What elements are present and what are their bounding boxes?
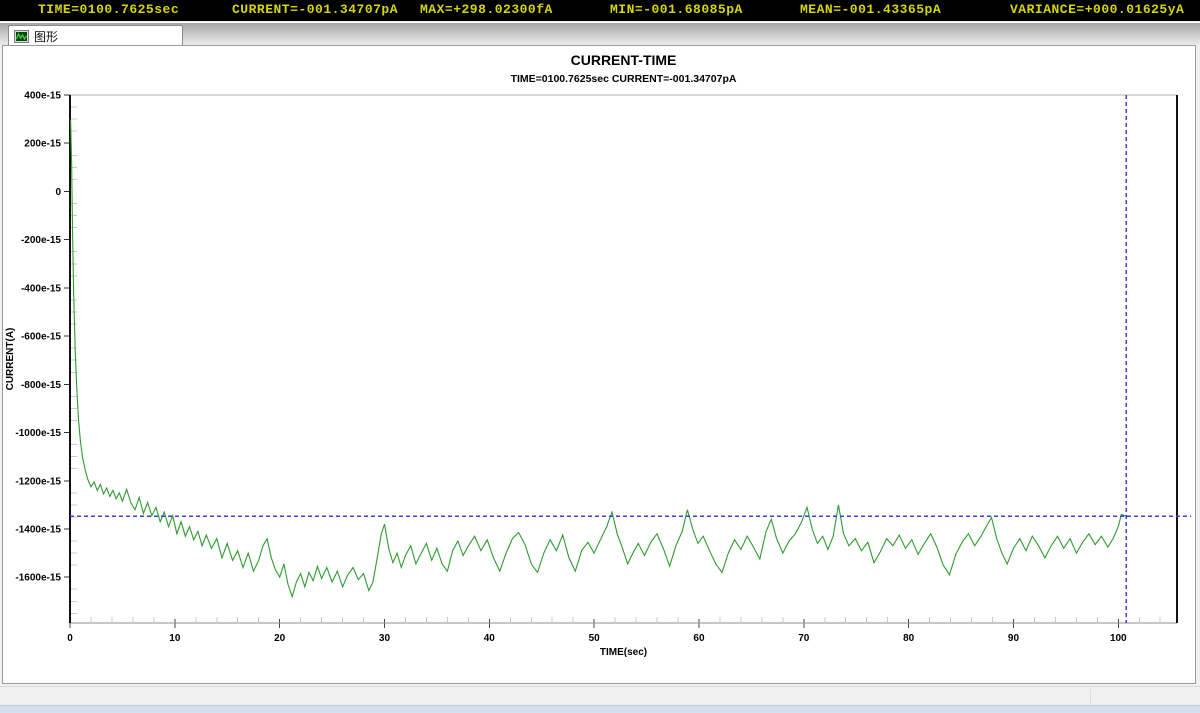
readout-max: MAX=+298.02300fA — [420, 2, 553, 17]
measurement-readout-bar: TIME=0100.7625sec CURRENT=-001.34707pA M… — [0, 0, 1200, 21]
plot-frame — [70, 95, 1177, 623]
svg-text:30: 30 — [379, 633, 391, 644]
axis-tick-labels: 0 10 20 30 40 50 60 70 80 90 100 400e-15 200e-15 0 -20… — [15, 91, 1127, 645]
svg-text:60: 60 — [693, 633, 705, 644]
svg-text:400e-15: 400e-15 — [24, 91, 61, 102]
svg-text:-600e-15: -600e-15 — [21, 332, 61, 343]
tab-graph-label: 图形 — [34, 28, 58, 45]
readout-time: TIME=0100.7625sec — [38, 2, 179, 17]
tab-graph[interactable]: 图形 — [8, 25, 183, 46]
svg-text:100: 100 — [1110, 633, 1127, 644]
readout-current: CURRENT=-001.34707pA — [232, 2, 398, 17]
status-bar — [0, 686, 1200, 705]
svg-text:0: 0 — [67, 633, 73, 644]
svg-text:10: 10 — [169, 633, 181, 644]
readout-min: MIN=-001.68085pA — [610, 2, 743, 17]
readout-mean: MEAN=-001.43365pA — [800, 2, 941, 17]
svg-text:-1400e-15: -1400e-15 — [15, 524, 61, 535]
plot-area[interactable]: 0 10 20 30 40 50 60 70 80 90 100 400e-15 200e-15 0 -20… — [3, 46, 1195, 683]
svg-text:200e-15: 200e-15 — [24, 139, 61, 150]
svg-text:-800e-15: -800e-15 — [21, 380, 61, 391]
svg-text:-1200e-15: -1200e-15 — [15, 476, 61, 487]
svg-text:80: 80 — [903, 633, 915, 644]
svg-text:TIME(sec): TIME(sec) — [600, 647, 647, 658]
window-footer-strip — [0, 705, 1200, 713]
status-bar-separator — [1090, 689, 1091, 704]
current-trace — [71, 120, 1127, 597]
svg-text:50: 50 — [589, 633, 601, 644]
axis-titles: TIME(sec) CURRENT(A) — [5, 328, 647, 658]
svg-text:-1600e-15: -1600e-15 — [15, 573, 61, 584]
readout-variance: VARIANCE=+000.01625yA — [1010, 2, 1184, 17]
svg-text:40: 40 — [484, 633, 496, 644]
svg-text:-1000e-15: -1000e-15 — [15, 428, 61, 439]
svg-text:0: 0 — [55, 187, 61, 198]
chart-panel: CURRENT-TIME TIME=0100.7625sec CURRENT=-… — [2, 45, 1196, 684]
tab-strip: 图形 — [0, 22, 1200, 45]
waveform-icon — [14, 30, 29, 43]
svg-text:-200e-15: -200e-15 — [21, 235, 61, 246]
svg-text:20: 20 — [274, 633, 286, 644]
svg-text:90: 90 — [1008, 633, 1020, 644]
svg-text:CURRENT(A): CURRENT(A) — [5, 328, 16, 391]
svg-text:70: 70 — [798, 633, 810, 644]
svg-text:-400e-15: -400e-15 — [21, 283, 61, 294]
